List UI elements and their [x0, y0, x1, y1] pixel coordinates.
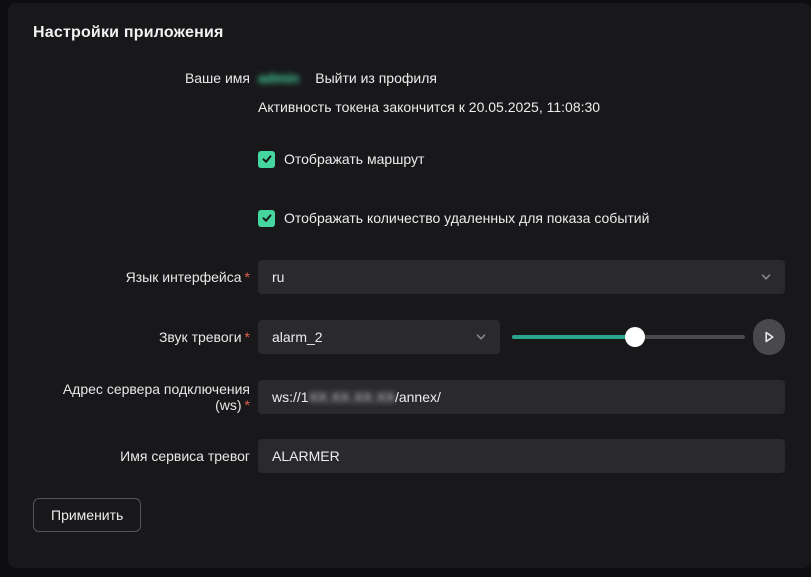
- logout-link[interactable]: Выйти из профиля: [315, 70, 437, 86]
- chevron-down-icon: [474, 330, 488, 344]
- show-route-label: Отображать маршрут: [284, 151, 424, 167]
- volume-slider-thumb[interactable]: [625, 327, 645, 347]
- language-select-value: ru: [272, 269, 759, 285]
- apply-row: Применить: [33, 498, 785, 532]
- play-sound-button[interactable]: [753, 319, 785, 355]
- chevron-down-icon: [759, 270, 773, 284]
- alarm-sound-select-value: alarm_2: [272, 329, 474, 345]
- service-name-value: ALARMER: [272, 448, 340, 464]
- show-deleted-count-checkbox[interactable]: [258, 210, 275, 227]
- play-icon: [761, 329, 777, 345]
- check-icon: [261, 153, 273, 165]
- apply-button[interactable]: Применить: [33, 498, 141, 532]
- required-asterisk: *: [245, 397, 250, 413]
- check-icon: [261, 212, 273, 224]
- volume-slider[interactable]: [512, 327, 745, 347]
- alarm-sound-row: Звук тревоги* alarm_2: [33, 319, 785, 355]
- profile-row: Ваше имя admin Выйти из профиля: [33, 69, 785, 87]
- volume-slider-fill: [512, 335, 635, 339]
- language-label: Язык интерфейса*: [33, 269, 258, 285]
- show-deleted-count-row: Отображать количество удаленных для пока…: [33, 201, 785, 235]
- language-select[interactable]: ru: [258, 260, 785, 294]
- page-title: Настройки приложения: [33, 24, 785, 42]
- ws-address-redacted: XX.XX.XX.XX: [309, 389, 395, 405]
- service-name-label: Имя сервиса тревог: [33, 448, 258, 464]
- ws-address-suffix: /annex/: [395, 389, 441, 405]
- ws-address-prefix: ws://1: [272, 389, 309, 405]
- service-name-input[interactable]: ALARMER: [258, 439, 785, 473]
- show-route-checkbox[interactable]: [258, 151, 275, 168]
- username-value: admin: [258, 70, 299, 86]
- alarm-sound-select[interactable]: alarm_2: [258, 320, 500, 354]
- ws-address-row: Адрес сервера подключения (ws)* ws://1XX…: [33, 380, 785, 414]
- ws-address-input[interactable]: ws://1XX.XX.XX.XX/annex/: [258, 380, 785, 414]
- alarm-sound-label: Звук тревоги*: [33, 329, 258, 345]
- settings-panel: Настройки приложения Ваше имя admin Выйт…: [8, 3, 811, 568]
- required-asterisk: *: [245, 269, 250, 285]
- required-asterisk: *: [245, 329, 250, 345]
- language-row: Язык интерфейса* ru: [33, 260, 785, 294]
- service-name-row: Имя сервиса тревог ALARMER: [33, 439, 785, 473]
- token-expiry-text: Активность токена закончится к 20.05.202…: [258, 99, 600, 115]
- your-name-label: Ваше имя: [33, 70, 258, 86]
- show-deleted-count-label: Отображать количество удаленных для пока…: [284, 210, 649, 226]
- show-route-row: Отображать маршрут: [33, 142, 785, 176]
- token-expiry-row: Активность токена закончится к 20.05.202…: [33, 98, 785, 116]
- ws-address-label: Адрес сервера подключения (ws)*: [33, 381, 258, 413]
